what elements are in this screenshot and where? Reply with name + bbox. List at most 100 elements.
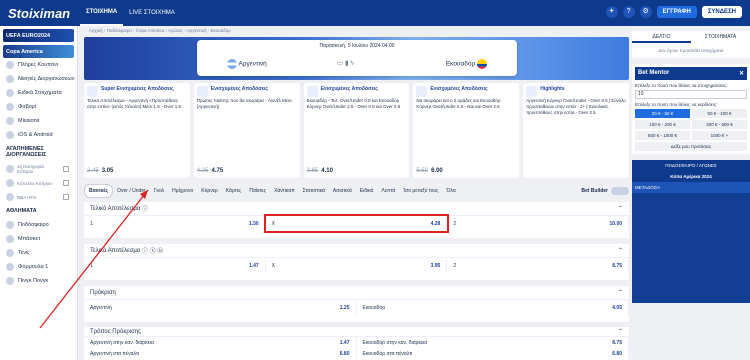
nav-tab-live[interactable]: LIVE ΣΤΟΙΧΗΜΑ bbox=[123, 0, 181, 26]
event-media-icons[interactable]: ▭ ▮ ϟ bbox=[337, 59, 354, 67]
odds-button[interactable]: X 3.95 bbox=[266, 258, 448, 273]
win-range-options: 20 € - 50 € 50 € - 100 € 100 € - 200 € 2… bbox=[635, 109, 747, 140]
promo-odds[interactable]: 3.65 4.10 bbox=[307, 168, 333, 174]
chevron-up-icon[interactable]: ⌃ bbox=[618, 247, 623, 254]
gear-icon[interactable]: ⚙ bbox=[639, 6, 652, 18]
fav-competition[interactable]: Κύπελλο Κύπρου bbox=[0, 176, 77, 190]
chevron-up-icon[interactable]: ⌃ bbox=[618, 328, 623, 335]
show-suggestions-button[interactable]: Δείξε μου προτάσεις bbox=[635, 142, 747, 151]
odds-button[interactable]: Εκουαδόρ στα πέναλτι 6.80 bbox=[357, 348, 629, 359]
win-range-option[interactable]: 100 € - 200 € bbox=[635, 120, 690, 129]
nav-tab-sports[interactable]: ΣΤΟΙΧΗΜΑ bbox=[80, 0, 124, 26]
tab-stats[interactable]: Στατιστικά bbox=[299, 185, 329, 197]
odds-button[interactable]: Αργεντινή 1.25 bbox=[84, 300, 357, 315]
gift-icon[interactable]: ✦ bbox=[605, 6, 618, 18]
tab-all[interactable]: Όλα bbox=[443, 185, 460, 197]
tab-minutes[interactable]: Λεπτά bbox=[377, 185, 399, 197]
odds-button[interactable]: 2 8.75 bbox=[447, 258, 630, 273]
odds-label: X bbox=[271, 220, 276, 227]
tab-half[interactable]: Ημίχρονο bbox=[168, 185, 197, 197]
fav-competition[interactable]: 1η Κατηγορία Κύπρου bbox=[0, 162, 77, 176]
promo-odds[interactable]: 2.45 3.05 bbox=[87, 168, 113, 174]
odds-button[interactable]: Εκουαδόρ 4.05 bbox=[357, 300, 629, 315]
chevron-up-icon[interactable]: ⌃ bbox=[618, 289, 623, 296]
market-tabs: Βασικές Over / Under Γκολ Ημίχρονο Κόρνε… bbox=[84, 184, 629, 198]
highlights-icon bbox=[526, 86, 538, 97]
win-range-option[interactable]: 1000 € + bbox=[692, 131, 747, 140]
tab-main[interactable]: Βασικές bbox=[84, 184, 114, 198]
odds-button[interactable]: Εκουαδόρ στην καν. διάρκεια 8.75 bbox=[357, 337, 629, 348]
chevron-up-icon[interactable]: ⌃ bbox=[618, 205, 623, 212]
help-icon[interactable]: ? bbox=[622, 6, 635, 18]
sidebar-item-formula1[interactable]: Φόρμουλα 1 bbox=[0, 260, 77, 274]
tab-corners[interactable]: Κόρνερ bbox=[197, 185, 221, 197]
sidebar-item-favourites[interactable]: Φαβορί bbox=[0, 100, 77, 114]
promo-card[interactable]: Super Ενισχυμένες Αποδόσεις Τελικό Αποτέλ… bbox=[84, 83, 190, 178]
tab-handicap[interactable]: Χάντικαπ bbox=[270, 185, 299, 197]
promo-card[interactable]: Ενισχυμένες Αποδόσεις Να σκοράρει και ο 2… bbox=[413, 83, 520, 178]
market-qualification: Πρόκριση ⌃ Αργεντινή 1.25 Εκουαδόρ 4.05 bbox=[84, 286, 629, 322]
fav-competition[interactable]: NBA ΗΠΑ bbox=[0, 190, 77, 204]
tab-draw-no-bet[interactable]: Ίσο μεταξύ τους bbox=[399, 185, 442, 197]
odds-button[interactable]: X 4.28 bbox=[263, 214, 450, 233]
bet-mentor-win-label: Επίλεξε το ποσό που θέλεις να κερδίσεις: bbox=[635, 102, 718, 107]
breadcrumb[interactable]: Αρχική › Ποδόσφαιρο › Copa America › Αγώ… bbox=[84, 26, 629, 36]
market-title[interactable]: Τελικό Αποτέλεσμα ⓘ ⓢ ⓑ ⌃ bbox=[84, 244, 629, 258]
close-icon[interactable]: ✕ bbox=[739, 70, 744, 77]
register-button[interactable]: ΕΓΓΡΑΦΗ bbox=[656, 6, 697, 18]
tab-specials[interactable]: Ειδικά bbox=[356, 185, 378, 197]
odds-button[interactable]: 2 10.00 bbox=[447, 216, 630, 231]
tab-players[interactable]: Παίκτες bbox=[245, 185, 270, 197]
sidebar-item-table-tennis[interactable]: Πινγκ Πονγκ bbox=[0, 274, 77, 288]
fav-checkbox[interactable] bbox=[63, 166, 69, 172]
market-title[interactable]: Τελικό Αποτέλεσμα ⓘ ⌃ bbox=[84, 202, 629, 216]
odds-button[interactable]: 1 1.47 bbox=[84, 258, 266, 273]
odds-value: 6.80 bbox=[339, 350, 350, 357]
tab-asian[interactable]: Ασιατικά bbox=[329, 185, 356, 197]
market-title[interactable]: Τρόπος Πρόκρισης ⌃ bbox=[84, 327, 629, 337]
sidebar-item-outrights[interactable]: Νικητές Διοργανώσεων bbox=[0, 72, 77, 86]
tab-goals[interactable]: Γκολ bbox=[150, 185, 168, 197]
target-icon bbox=[6, 117, 14, 125]
info-icon[interactable]: ⓘ bbox=[142, 204, 148, 213]
stake-input[interactable]: 10 bbox=[635, 90, 747, 99]
promo-card[interactable]: Highlights Αργεντινή Κόρνερ Over/Under - … bbox=[523, 83, 629, 178]
bet-mentor-header[interactable]: Bet Mentor ✕ bbox=[635, 67, 747, 80]
promo-card[interactable]: Ενισχυμένες Αποδόσεις Πρώτος παίκτης που … bbox=[193, 83, 300, 178]
promo-odds[interactable]: 4.35 4.75 bbox=[197, 168, 223, 174]
win-range-option[interactable]: 50 € - 100 € bbox=[692, 109, 747, 118]
market-title[interactable]: Πρόκριση ⌃ bbox=[84, 286, 629, 300]
sidebar-item-label: Ειδικά Στοιχήματα bbox=[18, 90, 62, 96]
sidebar-item-specials[interactable]: Ειδικά Στοιχήματα bbox=[0, 86, 77, 100]
promo-old-odds: 5.50 bbox=[416, 168, 429, 174]
odds-button[interactable]: 1 1.50 bbox=[84, 216, 266, 231]
odds-button[interactable]: Αργεντινή στην καν. διάρκεια 1.47 bbox=[84, 337, 357, 348]
sidebar-item-basketball[interactable]: Μπάσκετ bbox=[0, 232, 77, 246]
odds-button[interactable]: Αργεντινή στα πέναλτι 6.80 bbox=[84, 348, 357, 359]
win-range-option[interactable]: 20 € - 50 € bbox=[635, 109, 690, 118]
tab-my-bets[interactable]: ΣΤΟΙΧΗΜΑΤΑ bbox=[691, 31, 750, 43]
sidebar-item-tennis[interactable]: Τένις bbox=[0, 246, 77, 260]
win-range-option[interactable]: 200 € - 500 € bbox=[692, 120, 747, 129]
win-range-option[interactable]: 500 € - 1000 € bbox=[635, 131, 690, 140]
bet-builder[interactable]: Bet Builder bbox=[581, 187, 629, 195]
sidebar-item-full-coupon[interactable]: Πλήρες Κουπόνι bbox=[0, 58, 77, 72]
fav-checkbox[interactable] bbox=[63, 180, 69, 186]
live-widget-tab[interactable]: ΜΕΤΑΔΟΣΗ bbox=[632, 182, 750, 193]
login-button[interactable]: ΣΥΝΔΕΣΗ bbox=[701, 6, 742, 18]
sidebar-banner-euro[interactable]: UEFA EURO2024 bbox=[3, 29, 74, 42]
promo-odds[interactable]: 5.50 6.00 bbox=[416, 168, 442, 174]
sidebar-item-apps[interactable]: iOS & Android bbox=[0, 128, 77, 142]
sidebar-banner-copa[interactable]: Copa America bbox=[3, 45, 74, 58]
boost-icon bbox=[306, 86, 318, 97]
sidebar-item-missions[interactable]: Missions bbox=[0, 114, 77, 128]
brand-logo[interactable]: Stoiximan bbox=[8, 6, 80, 21]
tab-over-under[interactable]: Over / Under bbox=[113, 185, 150, 197]
info-icon[interactable]: ⓘ ⓢ ⓑ bbox=[142, 246, 163, 255]
sidebar-item-football[interactable]: Ποδόσφαιρο bbox=[0, 218, 77, 232]
tab-betslip[interactable]: ΔΕΛΤΙΟ bbox=[632, 31, 691, 43]
tab-cards[interactable]: Κάρτες bbox=[222, 185, 246, 197]
fav-checkbox[interactable] bbox=[63, 194, 69, 200]
promo-card[interactable]: Ενισχυμένες Αποδόσεις Εκουαδόρ - Τελ. Ove… bbox=[303, 83, 410, 178]
bet-builder-toggle[interactable] bbox=[611, 187, 629, 195]
